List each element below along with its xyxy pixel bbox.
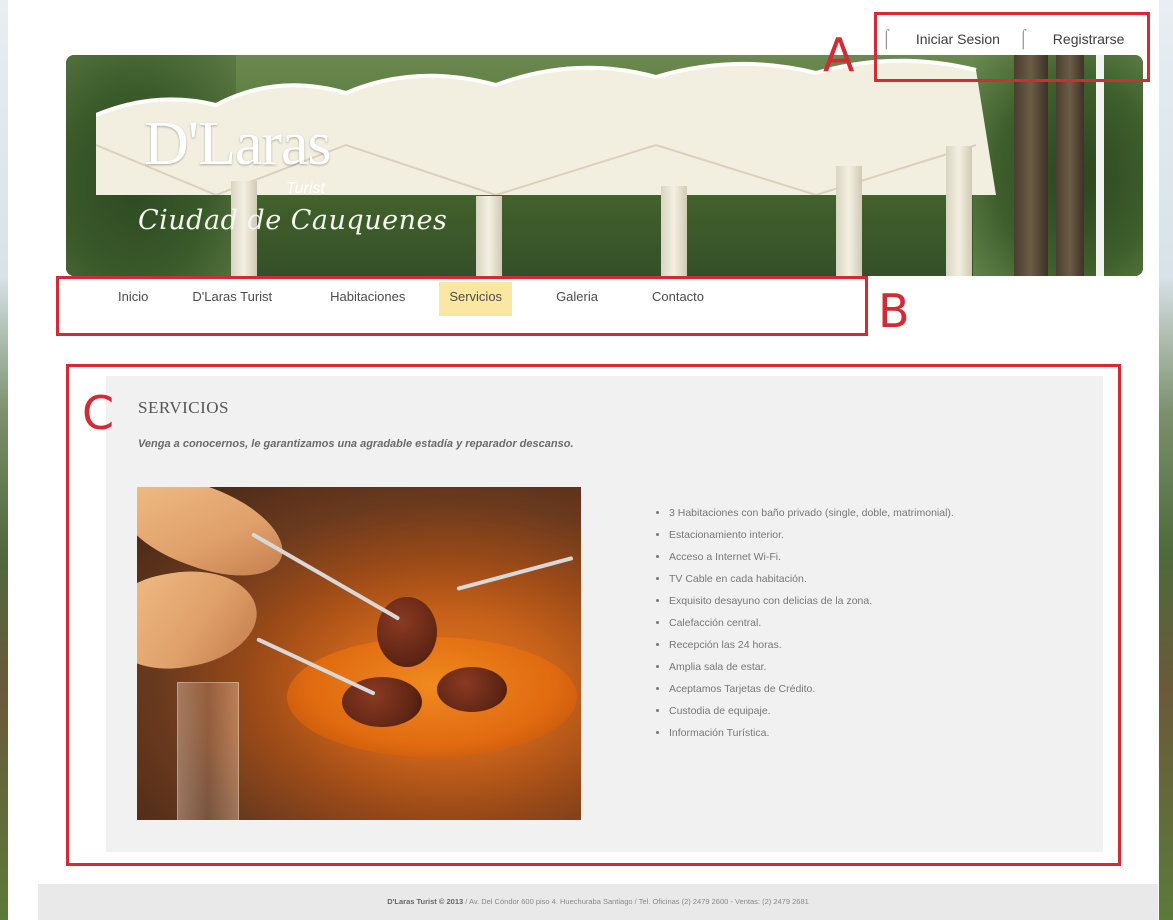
footer-text: / Av. Del Cóndor 600 piso 4. Huechuraba … [463, 897, 809, 906]
annotation-label-c: C [82, 386, 115, 440]
palm-trunk-image [1056, 55, 1084, 276]
footer-brand: D'Laras Turist © 2013 [387, 897, 464, 906]
lamp-pole-image [1096, 55, 1104, 276]
logo-city: Ciudad de Cauquenes [138, 205, 448, 236]
annotation-label-b: B [878, 284, 910, 338]
logo-subtitle: Turist [286, 180, 325, 197]
palm-trunk-image [1014, 55, 1048, 276]
background-right-strip [1159, 0, 1173, 920]
annotation-box-a [874, 12, 1150, 82]
pavilion-pillar [476, 196, 502, 276]
pavilion-pillar [661, 186, 687, 276]
logo-main[interactable]: D'Laras [144, 113, 332, 175]
annotation-box-b [56, 276, 868, 336]
footer: D'Laras Turist © 2013 / Av. Del Cóndor 6… [38, 884, 1158, 920]
pavilion-pillar [836, 166, 862, 276]
annotation-label-a: A [823, 28, 855, 82]
annotation-box-c [66, 364, 1121, 866]
page: D'Laras Turist Ciudad de Cauquenes ⌠ Ini… [38, 0, 1158, 920]
header-banner: D'Laras Turist Ciudad de Cauquenes [66, 55, 1143, 276]
background-left-strip [0, 0, 40, 920]
pavilion-pillar [946, 146, 972, 276]
